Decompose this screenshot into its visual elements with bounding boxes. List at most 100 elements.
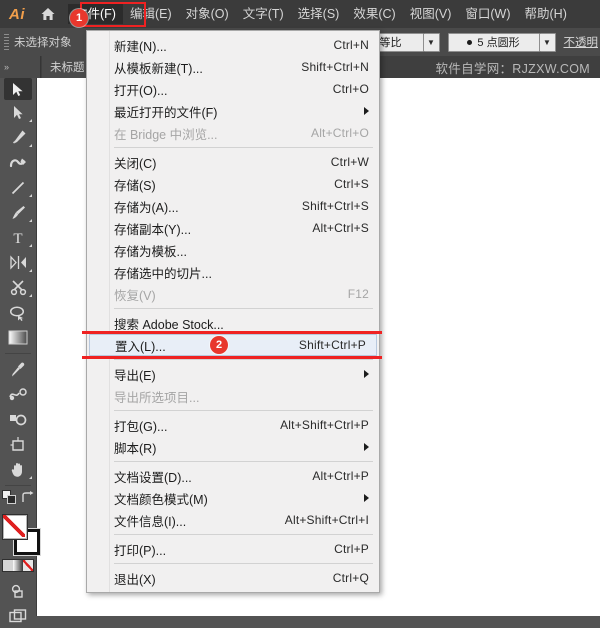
menu-separator (114, 534, 373, 535)
menu-item-5-2[interactable]: 文件信息(I)...Alt+Shift+Ctrl+I (87, 509, 379, 531)
menu-item-label: 文档设置(D)... (114, 467, 192, 486)
type-tool[interactable]: T (0, 225, 36, 250)
flyout-triangle-icon (29, 476, 32, 479)
color-button[interactable] (3, 560, 13, 571)
ai-logo-icon: Ai (0, 0, 34, 28)
menu-item-label: 置入(L)... (115, 336, 166, 355)
artboard-tool[interactable] (0, 432, 36, 457)
menu-bar-item-6[interactable]: 视图(V) (403, 4, 459, 25)
annotation-badge-1: 1 (70, 9, 88, 27)
menu-item-label: 打印(P)... (114, 540, 166, 559)
menu-item-0-0[interactable]: 新建(N)...Ctrl+N (87, 34, 379, 56)
menu-item-label: 存储(S) (114, 175, 156, 194)
file-menu-dropdown[interactable]: 新建(N)...Ctrl+N从模板新建(T)...Shift+Ctrl+N打开(… (86, 30, 380, 593)
curvature-tool[interactable] (0, 150, 36, 175)
pen-tool[interactable] (0, 125, 36, 150)
menu-item-1-4[interactable]: 存储为模板... (87, 239, 379, 261)
fill-swatch[interactable] (3, 515, 27, 539)
menu-item-label: 导出所选项目... (114, 387, 199, 406)
menu-item-0-2[interactable]: 打开(O)...Ctrl+O (87, 78, 379, 100)
menu-bar-item-5[interactable]: 效果(C) (346, 4, 402, 25)
menu-bar-item-2[interactable]: 对象(O) (179, 4, 236, 25)
menu-bar-item-4[interactable]: 选择(S) (291, 4, 347, 25)
eyedropper-tool[interactable] (0, 357, 36, 382)
menu-item-label: 存储副本(Y)... (114, 219, 191, 238)
fill-stroke-swatches (0, 513, 36, 555)
menu-item-label: 导出(E) (114, 365, 156, 384)
shape-builder-tool[interactable] (0, 407, 36, 432)
color-mode-bar (2, 559, 34, 572)
menu-bar-item-3[interactable]: 文字(T) (236, 4, 291, 25)
submenu-arrow-icon (364, 370, 369, 378)
menu-item-label: 关闭(C) (114, 153, 156, 172)
menu-item-label: 最近打开的文件(F) (114, 102, 217, 121)
menu-item-label: 文档颜色模式(M) (114, 489, 208, 508)
tools-divider (5, 353, 31, 354)
menu-item-4-0[interactable]: 打包(G)...Alt+Shift+Ctrl+P (87, 414, 379, 436)
direct-selection-tool[interactable] (0, 100, 36, 125)
menu-item-shortcut: Ctrl+N (333, 38, 369, 52)
menu-item-shortcut: Shift+Ctrl+N (301, 60, 369, 74)
menu-item-shortcut: Ctrl+W (331, 155, 369, 169)
menu-item-1-3[interactable]: 存储副本(Y)... Alt+Ctrl+S (87, 217, 379, 239)
gradient-button[interactable] (13, 560, 23, 571)
menu-item-shortcut: Alt+Ctrl+S (312, 221, 369, 235)
menu-separator (114, 410, 373, 411)
flyout-triangle-icon (29, 294, 32, 297)
paintbrush-tool[interactable] (0, 200, 36, 225)
scissors-tool[interactable] (0, 275, 36, 300)
control-bar-grip[interactable] (4, 34, 9, 50)
flyout-triangle-icon (29, 144, 32, 147)
blend-tool[interactable] (0, 382, 36, 407)
selection-tool[interactable] (4, 78, 32, 100)
gradient-tool[interactable] (0, 325, 36, 350)
none-slash-icon (3, 515, 25, 537)
menu-bar-item-7[interactable]: 窗口(W) (458, 4, 517, 25)
menu-bar-item-1[interactable]: 编辑(E) (123, 4, 179, 25)
menu-item-6-0[interactable]: 打印(P)... Ctrl+P (87, 538, 379, 560)
brush-combo[interactable]: 5 点圆形 (448, 33, 540, 52)
home-icon[interactable] (34, 0, 62, 28)
tools-divider (5, 485, 31, 486)
flyout-triangle-icon (29, 269, 32, 272)
menu-item-label: 存储选中的切片... (114, 263, 212, 282)
none-button[interactable] (23, 560, 33, 571)
menu-item-5-1[interactable]: 文档颜色模式(M) (87, 487, 379, 509)
menu-item-0-3[interactable]: 最近打开的文件(F) (87, 100, 379, 122)
menu-item-1-1[interactable]: 存储(S)Ctrl+S (87, 173, 379, 195)
annotation-badge-2: 2 (210, 336, 228, 354)
menu-item-label: 脚本(R) (114, 438, 156, 457)
menu-item-shortcut: Shift+Ctrl+S (302, 199, 369, 213)
menu-item-3-0[interactable]: 导出(E) (87, 363, 379, 385)
lasso-select-tool[interactable] (0, 300, 36, 325)
tools-panel: T (0, 78, 37, 616)
menu-bar-item-8[interactable]: 帮助(H) (518, 4, 574, 25)
expand-panels-icon[interactable]: » (0, 56, 41, 78)
menu-item-2-1[interactable]: 置入(L)...Shift+Ctrl+P (89, 334, 377, 356)
menu-item-5-0[interactable]: 文档设置(D)...Alt+Ctrl+P (87, 465, 379, 487)
reflect-tool[interactable] (0, 250, 36, 275)
menu-item-label: 打开(O)... (114, 80, 167, 99)
control-bar-right-group: 等比 ▼ 5 点圆形 ▼ 不透明 (364, 28, 600, 56)
menu-bar: Ai 文件(F)编辑(E)对象(O)文字(T)选择(S)效果(C)视图(V)窗口… (0, 0, 600, 28)
menu-item-7-0[interactable]: 退出(X)Ctrl+Q (87, 567, 379, 589)
menu-separator (114, 308, 373, 309)
flyout-triangle-icon (29, 219, 32, 222)
opacity-link[interactable]: 不透明 (564, 34, 599, 50)
menu-item-1-2[interactable]: 存储为(A)...Shift+Ctrl+S (87, 195, 379, 217)
swap-fill-stroke-icon[interactable] (21, 491, 35, 509)
menu-item-shortcut: Ctrl+P (334, 542, 369, 556)
scale-combo-chevron-down-icon[interactable]: ▼ (424, 33, 440, 52)
menu-item-1-0[interactable]: 关闭(C) Ctrl+W (87, 151, 379, 173)
line-segment-tool[interactable] (0, 175, 36, 200)
hand-tool[interactable] (0, 457, 36, 482)
menu-item-4-1[interactable]: 脚本(R) (87, 436, 379, 458)
brush-dot-icon (467, 40, 472, 45)
menu-item-1-5[interactable]: 存储选中的切片... (87, 261, 379, 283)
brush-combo-chevron-down-icon[interactable]: ▼ (540, 33, 556, 52)
default-fill-stroke-icon[interactable] (2, 490, 17, 510)
menu-item-1-6: 恢复(V)F12 (87, 283, 379, 305)
watermark-text: 软件自学网：RJZXW.COM (436, 58, 591, 77)
menu-item-0-1[interactable]: 从模板新建(T)...Shift+Ctrl+N (87, 56, 379, 78)
drawing-mode-icon[interactable] (0, 578, 36, 603)
